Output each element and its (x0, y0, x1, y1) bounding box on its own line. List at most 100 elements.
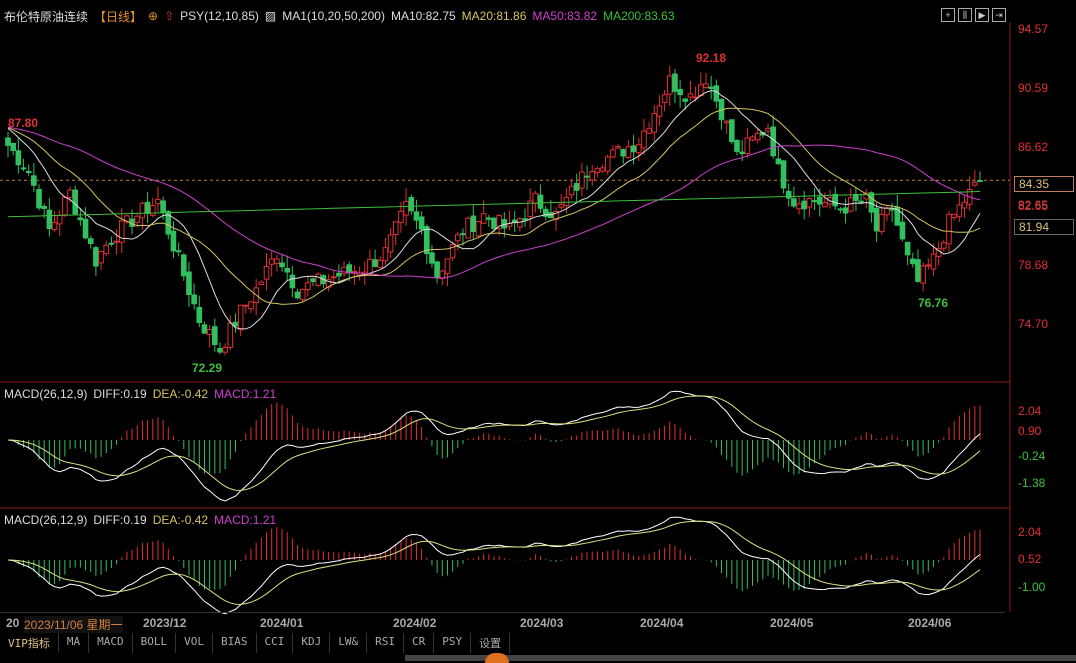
tab-7[interactable]: KDJ (293, 633, 331, 653)
candle-body (160, 200, 166, 213)
time-axis: 20 2023/11/06 星期一 2023/12 2024/01 2024/0… (0, 612, 1005, 633)
candle-body (206, 329, 213, 335)
candle-body (103, 244, 110, 254)
candle-body (93, 247, 99, 267)
tab-11[interactable]: PSY (434, 633, 472, 653)
candle-body (279, 262, 285, 268)
candle-body (31, 175, 37, 186)
macd-diff-line (7, 390, 981, 502)
macd2-tick: 2.04 (1018, 525, 1042, 539)
candle-body (305, 282, 311, 290)
tab-0[interactable]: VIP指标 (0, 633, 59, 653)
price-tag-b: 81.94 (1014, 219, 1074, 235)
candle-body (868, 192, 875, 213)
candle-body (315, 273, 322, 286)
candle-body (925, 264, 932, 267)
candle-body (222, 347, 228, 353)
candle-body (889, 208, 895, 211)
tab-12[interactable]: 设置 (471, 633, 511, 653)
candle-body (594, 168, 601, 173)
candle-body (517, 218, 523, 228)
macd1-tick: 2.04 (1018, 404, 1042, 418)
price-tick: 74.70 (1018, 317, 1049, 331)
tab-2[interactable]: MACD (89, 633, 133, 653)
candle-body (460, 233, 466, 236)
candle-body (656, 105, 663, 117)
tab-5[interactable]: BIAS (213, 633, 257, 653)
tab-1[interactable]: MA (59, 633, 90, 653)
candle-body (268, 258, 275, 265)
tab-6[interactable]: CCI (257, 633, 294, 653)
candle-body (98, 250, 104, 264)
candle-body (149, 205, 156, 216)
candle-body (108, 242, 115, 245)
candle-body (765, 127, 771, 132)
macd-dea-line (7, 520, 981, 605)
low-annotation-1: 72.29 (192, 361, 223, 375)
scroll-thumb[interactable] (485, 653, 509, 663)
x-tick: 2023/12 (143, 616, 187, 630)
price-tick: 78.68 (1018, 258, 1049, 272)
candle-body (56, 214, 63, 225)
candle-body (289, 274, 296, 289)
candle-body (568, 185, 575, 196)
candle-body (610, 149, 616, 158)
candle-body (822, 202, 828, 208)
indicator-tabs: VIP指标 MA MACD BOLL VOL BIAS CCI KDJ LW& RSI CR PSY 设… (0, 633, 511, 653)
candle-body (703, 83, 709, 88)
x-tick: 2024/02 (393, 616, 437, 630)
macd1-tick: -0.24 (1018, 449, 1046, 463)
candle-body (734, 140, 740, 152)
candle-body (274, 258, 280, 264)
candle-body (563, 196, 570, 207)
candle-body (392, 221, 399, 235)
chart-canvas[interactable] (0, 0, 1076, 663)
candle-body (951, 213, 957, 218)
candle-body (465, 217, 471, 239)
candle-body (749, 136, 756, 141)
macd2-label[interactable]: MACD(26,12,9) (4, 513, 87, 527)
candle-body (36, 189, 42, 209)
candle-body (470, 215, 477, 233)
candle-body (429, 252, 435, 264)
candle-body (961, 201, 968, 209)
candle-body (801, 200, 808, 210)
candle-body (941, 242, 947, 249)
tab-4[interactable]: VOL (176, 633, 213, 653)
tab-8[interactable]: LW& (330, 633, 368, 653)
candle-body (243, 304, 249, 307)
candle-body (186, 271, 192, 296)
candle-body (796, 203, 802, 210)
candle-body (977, 180, 983, 183)
candle-body (310, 278, 316, 283)
macd1-label[interactable]: MACD(26,12,9) (4, 387, 87, 401)
tab-9[interactable]: RSI (367, 633, 404, 653)
candle-body (599, 167, 606, 172)
candle-body (486, 217, 492, 220)
candle-body (346, 264, 353, 274)
x-tick: 2024/06 (908, 616, 952, 630)
candle-body (677, 88, 683, 96)
macd2-header: MACD(26,12,9) DIFF:0.19 DEA:-0.42 MACD:1.21 (4, 513, 276, 527)
candle-body (248, 301, 254, 310)
candle-body (687, 93, 694, 98)
candle-body (372, 259, 378, 268)
candle-body (341, 266, 347, 275)
candle-body (625, 146, 632, 159)
candle-body (584, 175, 590, 178)
candle-body (155, 198, 161, 205)
low-annotation-2: 76.76 (918, 296, 949, 310)
candle-body (739, 151, 745, 155)
price-tick: 90.59 (1018, 81, 1049, 95)
candle-body (212, 326, 218, 346)
candle-body (837, 208, 844, 211)
candle-body (920, 265, 926, 284)
tab-10[interactable]: CR (404, 633, 435, 653)
tab-3[interactable]: BOLL (133, 633, 177, 653)
candle-body (299, 288, 306, 300)
candle-body (946, 213, 952, 245)
candle-body (842, 207, 849, 214)
candle-body (62, 196, 68, 216)
candle-body (873, 207, 880, 232)
candle-body (641, 130, 647, 149)
